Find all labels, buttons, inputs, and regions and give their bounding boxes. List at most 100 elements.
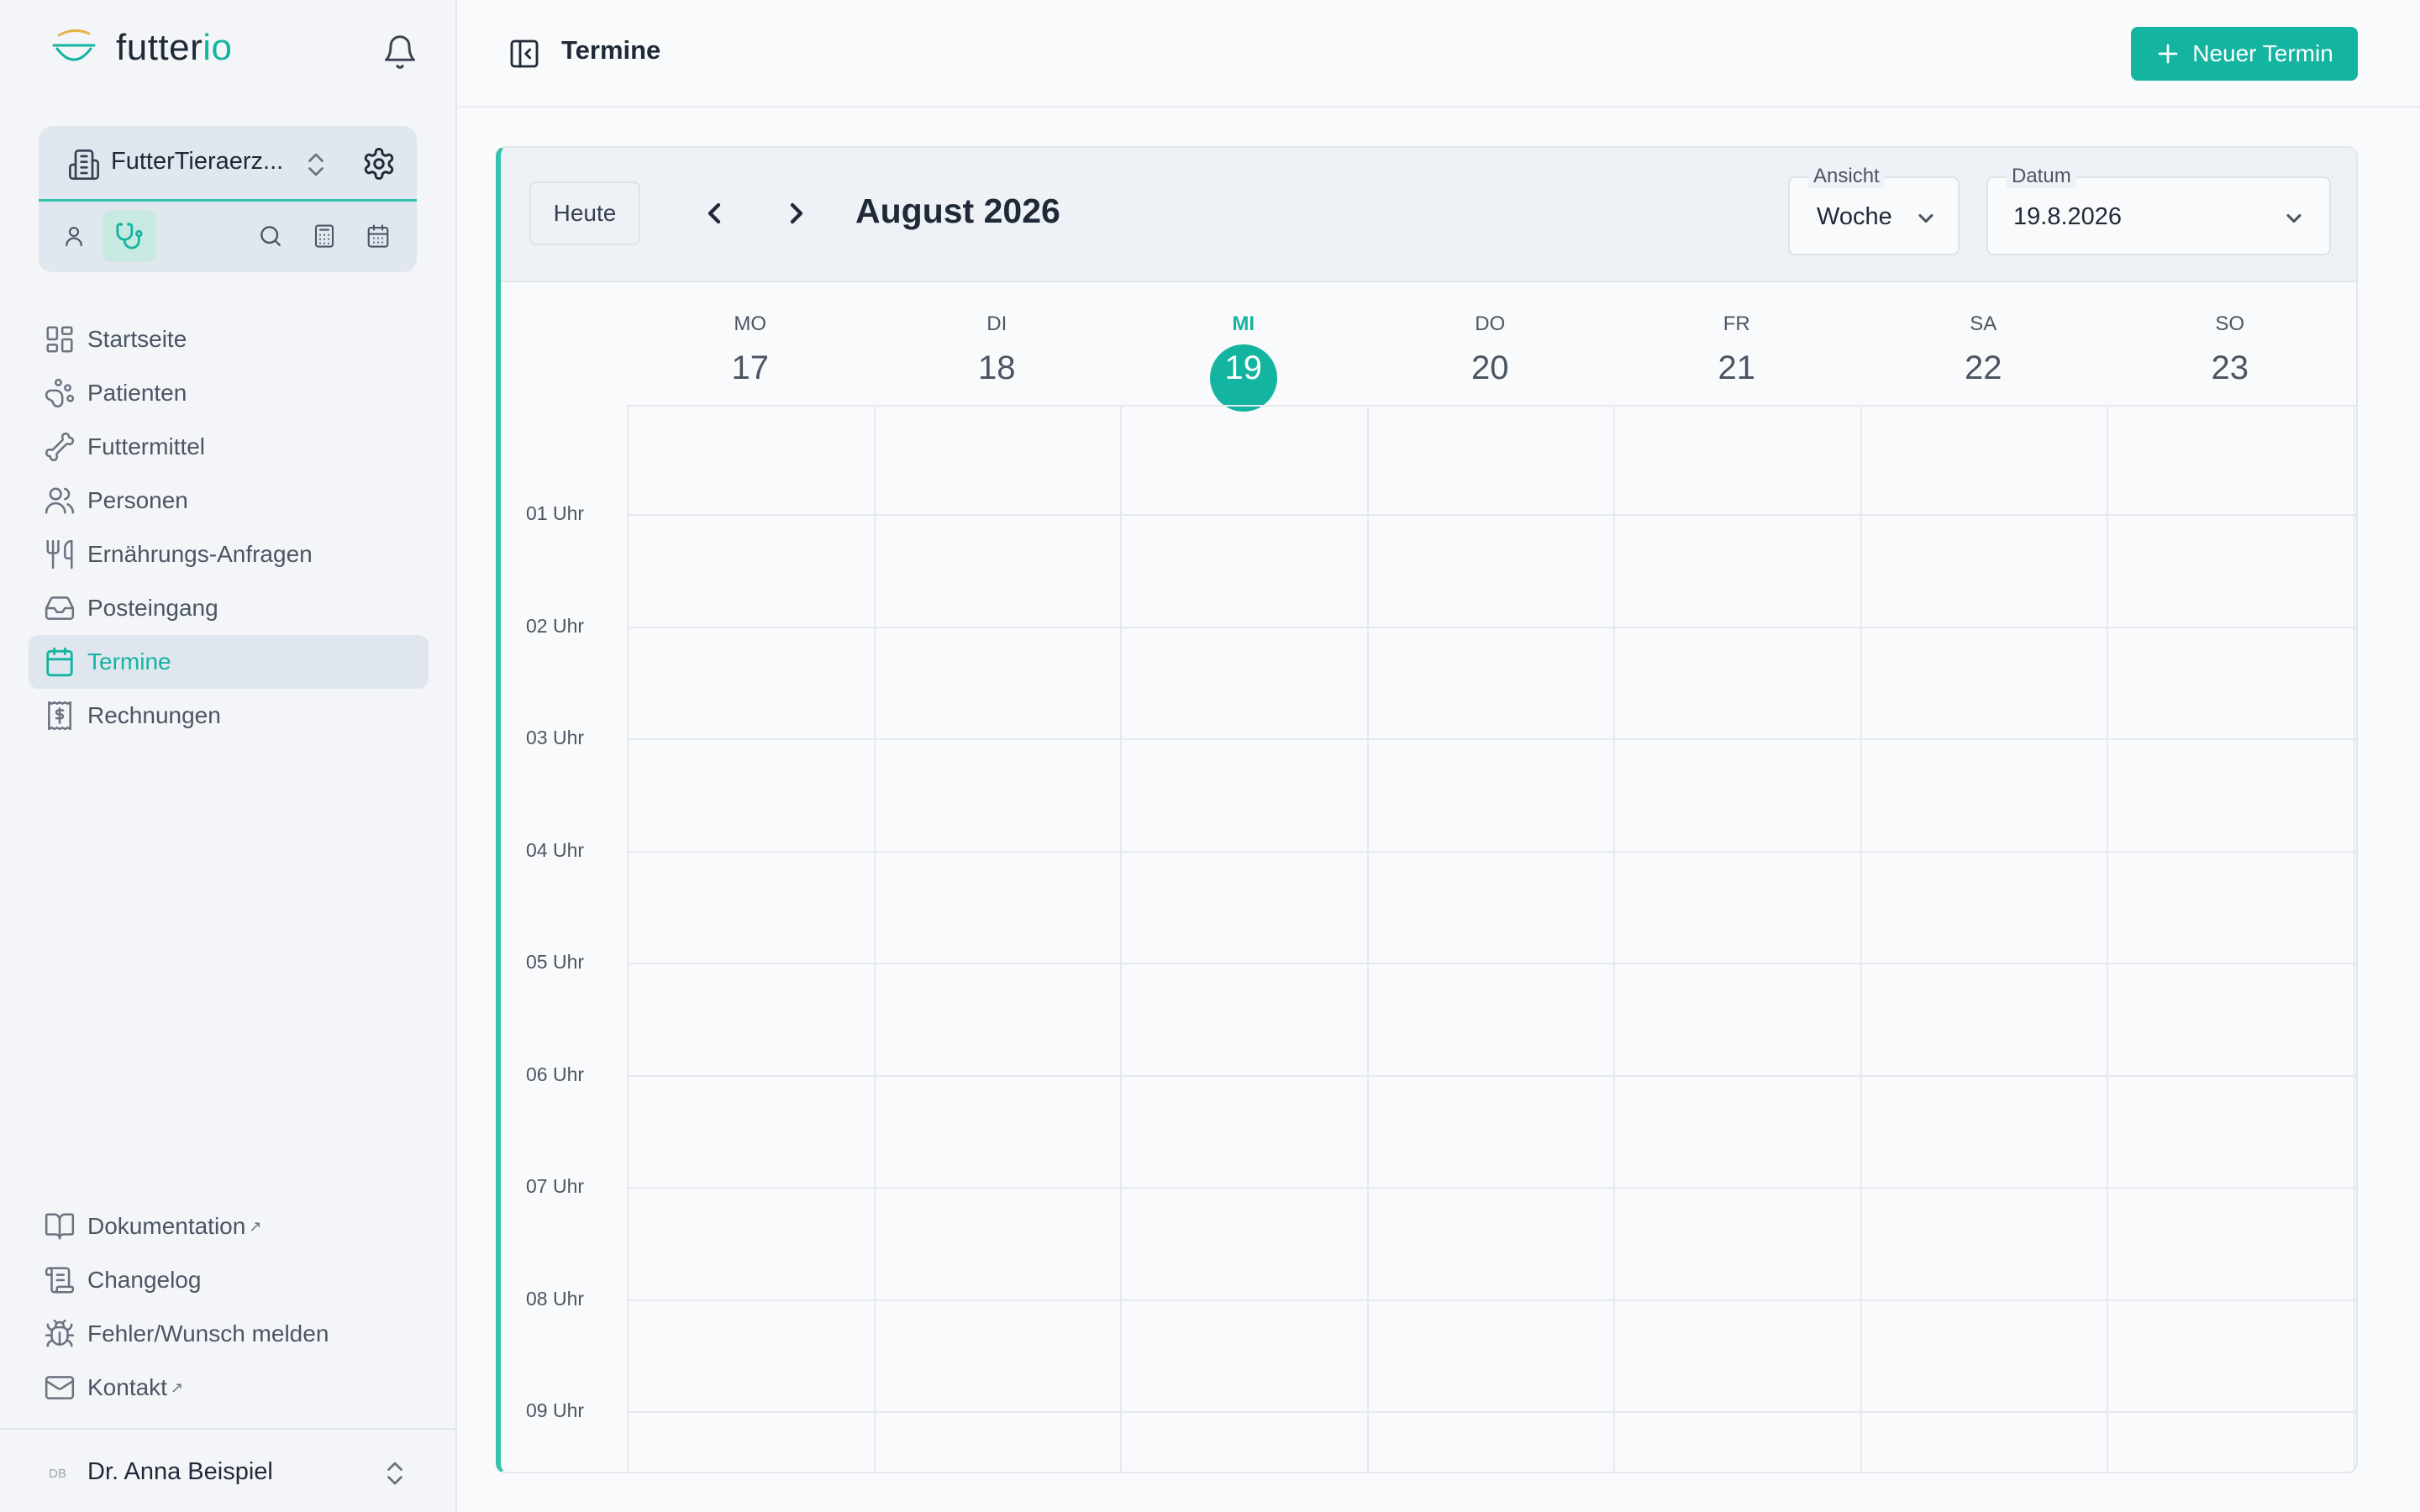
organization-name: FutterTieraerz...: [111, 148, 284, 175]
day-number: 19: [1224, 349, 1263, 386]
nav-item-fehler-melden[interactable]: Fehler/Wunsch melden: [29, 1307, 429, 1361]
plus-icon: [2158, 44, 2178, 64]
grid-line: [1120, 405, 1122, 1472]
user-name: Dr. Anna Beispiel: [87, 1458, 273, 1485]
mail-icon: [45, 1376, 75, 1399]
grid-line: [1366, 405, 1369, 1472]
hour-line: [627, 626, 2356, 628]
nav-item-startseite[interactable]: Startseite: [29, 312, 429, 366]
nav-item-rechnungen[interactable]: Rechnungen: [29, 689, 429, 743]
utensils-icon: [46, 539, 73, 570]
nav-item-patienten[interactable]: Patienten: [29, 366, 429, 420]
nav-item-kontakt[interactable]: Kontakt ↗: [29, 1361, 429, 1415]
hour-line: [627, 738, 2356, 740]
scroll-icon: [45, 1267, 75, 1294]
nav-item-ernaehrungs-anfragen[interactable]: Ernährungs-Anfragen: [29, 528, 429, 581]
nav-item-personen[interactable]: Personen: [29, 474, 429, 528]
nav-label: Startseite: [87, 326, 187, 352]
secondary-nav: Dokumentation ↗ Changelog Fehler/Wunsch m…: [29, 1200, 429, 1415]
vet-mode-button[interactable]: [103, 210, 156, 262]
bug-icon: [45, 1319, 75, 1347]
day-of-week: MI: [1232, 312, 1255, 335]
new-appointment-button[interactable]: Neuer Termin: [2131, 27, 2358, 81]
page-title: Termine: [561, 35, 661, 65]
avatar: DB: [49, 1467, 66, 1481]
hour-label: 06 Uhr: [526, 1063, 585, 1085]
external-link-icon: ↗: [249, 1217, 262, 1235]
day-header[interactable]: DI 18: [874, 282, 1121, 405]
month-label: August 2026: [855, 192, 1060, 230]
nav-item-changelog[interactable]: Changelog: [29, 1253, 429, 1307]
date-picker-value: 19.8.2026: [2013, 203, 2123, 230]
hour-line: [627, 1411, 2356, 1413]
day-header[interactable]: MO 17: [627, 282, 874, 405]
user-menu[interactable]: DB Dr. Anna Beispiel: [0, 1428, 455, 1512]
chevron-left-icon[interactable]: [697, 197, 731, 230]
calendar-toolbar: Heute August 2026 Ansicht Woche Datum 19…: [501, 148, 2356, 282]
today-button[interactable]: Heute: [529, 181, 640, 245]
chevrons-up-down-icon: [387, 1462, 402, 1485]
receipt-icon: [48, 701, 71, 731]
new-appointment-label: Neuer Termin: [2192, 40, 2333, 66]
bowl-logo-icon: [52, 29, 96, 61]
day-number: 23: [2211, 349, 2249, 386]
chevron-right-icon[interactable]: [780, 197, 813, 230]
hour-line: [627, 1074, 2356, 1077]
calendar-quick-button[interactable]: [351, 210, 405, 262]
day-header[interactable]: MI 19: [1120, 282, 1367, 405]
nav-item-posteingang[interactable]: Posteingang: [29, 581, 429, 635]
day-header[interactable]: DO 20: [1367, 282, 1614, 405]
hour-label: 08 Uhr: [526, 1287, 585, 1310]
day-of-week: DI: [986, 312, 1007, 335]
view-select-label: Ansicht: [1808, 165, 1885, 188]
calendar-icon: [46, 647, 73, 677]
day-header[interactable]: FR 21: [1613, 282, 1860, 405]
day-of-week: SA: [1970, 312, 1997, 335]
nav-item-dokumentation[interactable]: Dokumentation ↗: [29, 1200, 429, 1253]
hour-label: 07 Uhr: [526, 1175, 585, 1197]
nav-item-termine[interactable]: Termine: [29, 635, 429, 689]
day-header[interactable]: SO 23: [2107, 282, 2354, 405]
nav-label: Futtermittel: [87, 433, 206, 459]
grid-line: [1613, 405, 1615, 1472]
grid-line: [627, 405, 629, 1472]
main-nav: Startseite Patienten Futtermittel Person…: [29, 312, 429, 743]
nav-label: Fehler/Wunsch melden: [87, 1320, 329, 1347]
day-of-week: MO: [734, 312, 767, 335]
paw-icon: [45, 378, 75, 408]
logo[interactable]: futterio: [50, 27, 233, 69]
hour-line: [627, 963, 2356, 964]
hour-label: 03 Uhr: [526, 727, 585, 748]
day-header[interactable]: SA 22: [1860, 282, 2107, 405]
organization-switcher[interactable]: FutterTieraerz...: [39, 126, 417, 202]
sidebar: futterio FutterTieraerz... Startseite Pa…: [0, 0, 457, 1512]
logo-text: futterio: [116, 27, 233, 68]
day-of-week: FR: [1723, 312, 1750, 335]
calendar-days-icon: [367, 224, 389, 248]
hour-label: 09 Uhr: [526, 1399, 585, 1421]
inbox-icon: [45, 596, 75, 620]
grid-line: [2353, 405, 2355, 1472]
search-button[interactable]: [244, 210, 297, 262]
day-of-week: SO: [2215, 312, 2245, 335]
date-picker[interactable]: Datum 19.8.2026: [1986, 165, 2331, 255]
user-icon: [66, 226, 82, 247]
nav-label: Changelog: [87, 1267, 202, 1293]
gear-icon[interactable]: [361, 146, 397, 181]
nav-label: Personen: [87, 487, 188, 513]
calendar: Heute August 2026 Ansicht Woche Datum 19…: [496, 146, 2358, 1473]
sidebar-collapse-icon[interactable]: [508, 37, 541, 71]
nav-label: Patienten: [87, 380, 187, 406]
notifications-button[interactable]: [381, 34, 418, 75]
organization-card: FutterTieraerz...: [39, 126, 417, 272]
building-icon: [69, 150, 99, 181]
bone-icon: [45, 432, 75, 462]
chevron-down-icon: [1918, 213, 1933, 223]
nav-item-futtermittel[interactable]: Futtermittel: [29, 420, 429, 474]
user-profile-button[interactable]: [47, 210, 101, 262]
view-select[interactable]: Ansicht Woche: [1788, 165, 1960, 255]
calculator-button[interactable]: [297, 210, 351, 262]
chevron-down-icon: [2286, 213, 2302, 223]
dashboard-icon: [46, 326, 73, 353]
stethoscope-icon: [116, 223, 143, 249]
